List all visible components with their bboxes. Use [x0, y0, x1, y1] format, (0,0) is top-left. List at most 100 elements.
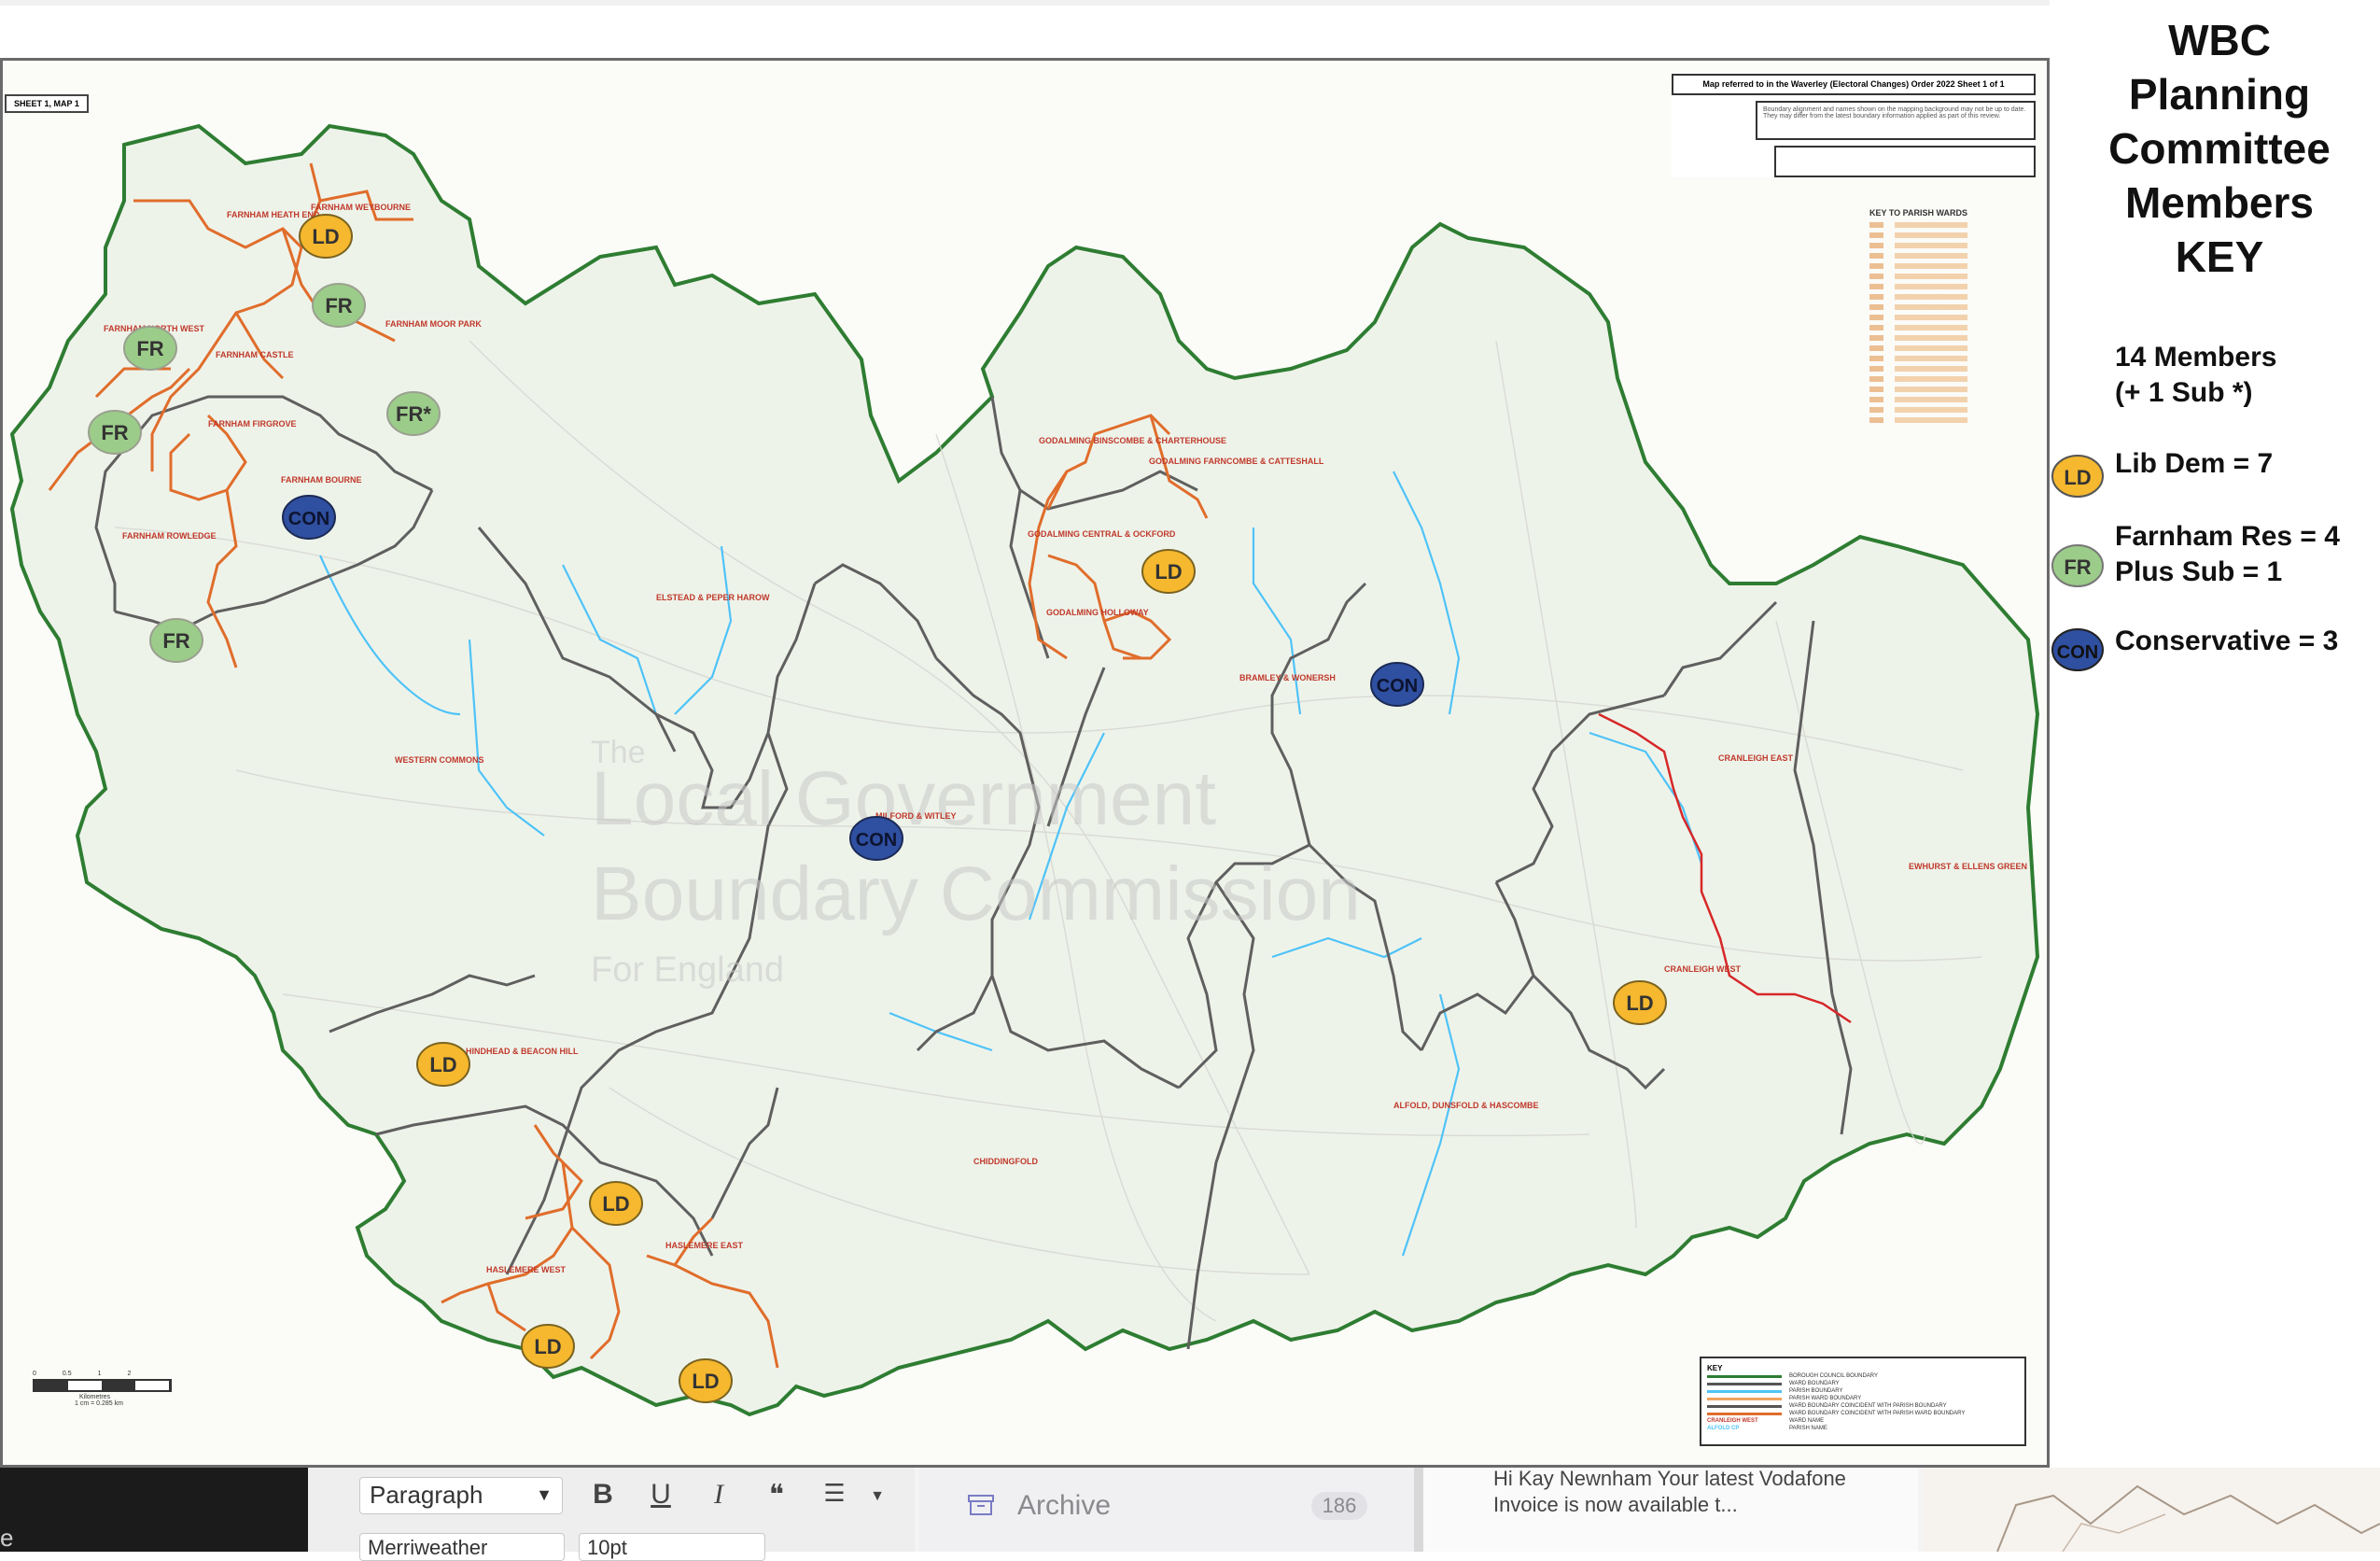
- marker-label: FR*: [396, 402, 431, 426]
- italic-button[interactable]: I: [700, 1479, 737, 1511]
- member-marker-ld: LD: [521, 1324, 575, 1369]
- copyright-note: [1774, 145, 2036, 177]
- member-marker-con: CON: [1370, 662, 1424, 707]
- underline-button[interactable]: U: [642, 1479, 679, 1511]
- map-key-row: PARISH WARD BOUNDARY: [1707, 1395, 2019, 1402]
- map-thumbnail: [1923, 1468, 2380, 1552]
- member-marker-ld: LD: [416, 1042, 470, 1087]
- ward-label: HASLEMERE EAST: [665, 1241, 744, 1250]
- ward-label: EWHURST & ELLENS GREEN: [1909, 862, 2027, 871]
- marker-label: FR: [325, 294, 352, 317]
- member-marker-ld: LD: [589, 1181, 643, 1226]
- editor-toolbar: Paragraph ▼ B U I ❝ ☰ ▼ Merriweather 10pt: [308, 1468, 915, 1561]
- member-marker-fr: FR: [123, 326, 177, 371]
- svg-text:LD: LD: [2064, 466, 2091, 489]
- farnham-res-badge: FR: [2051, 544, 2104, 587]
- background-app-strip: e Paragraph ▼ B U I ❝ ☰ ▼ Merriweather 10…: [0, 1467, 2380, 1561]
- conservative-badge: CON: [2051, 628, 2104, 671]
- marker-label: LD: [534, 1335, 561, 1358]
- map-key-row: ALFOLD CP PARISH NAME: [1707, 1426, 1827, 1431]
- ward-map: The Local Government Boundary Commission…: [3, 61, 2047, 1465]
- member-marker-fr: FR: [88, 410, 142, 455]
- member-marker-ld: LD: [679, 1358, 733, 1403]
- thumbnail-map-fragment: [1996, 1484, 2380, 1552]
- map-key-row: WARD BOUNDARY: [1707, 1380, 2019, 1387]
- ward-label: FARNHAM HEATH END: [227, 210, 320, 219]
- marker-label: LD: [429, 1053, 456, 1076]
- parish-key-title: KEY TO PARISH WARDS: [1869, 208, 1968, 218]
- member-marker-con: CON: [849, 816, 903, 861]
- member-marker-fr: FR: [149, 618, 203, 663]
- dark-sidebar-fragment: e: [0, 1468, 308, 1552]
- ward-label: FARNHAM FIRGROVE: [208, 419, 297, 429]
- marker-label: FR: [162, 629, 189, 653]
- marker-label: FR: [136, 337, 163, 360]
- archive-icon: [968, 1495, 994, 1515]
- ward-label: CRANLEIGH WEST: [1664, 964, 1742, 974]
- ward-label: GODALMING BINSCOMBE & CHARTERHOUSE: [1039, 436, 1226, 445]
- key-title: WBC Planning Committee Members KEY: [2108, 16, 2331, 281]
- ward-label: WESTERN COMMONS: [395, 755, 484, 765]
- committee-key-panel: WBC Planning Committee Members KEY 14 Me…: [2050, 0, 2380, 1468]
- parish-ward-key: KEY TO PARISH WARDS: [1869, 208, 2009, 428]
- member-marker-ld: LD: [1141, 549, 1196, 594]
- ward-label: CHIDDINGFOLD: [973, 1157, 1038, 1166]
- member-marker-fr: FR*: [386, 391, 441, 436]
- top-edge: [0, 0, 2053, 6]
- member-marker-fr: FR: [312, 283, 366, 328]
- email-list-item[interactable]: Hi Kay Newnham Your latest Vodafone Invo…: [1423, 1467, 1918, 1552]
- map-key-row: CRANLEIGH WEST WARD NAME: [1707, 1418, 1825, 1424]
- member-marker-con: CON: [282, 495, 336, 540]
- map-key-row: WARD BOUNDARY COINCIDENT WITH PARISH BOU…: [1707, 1402, 2019, 1410]
- map-key-row: PARISH BOUNDARY: [1707, 1387, 2019, 1395]
- list-button[interactable]: ☰: [816, 1479, 853, 1508]
- list-options-chevron-icon[interactable]: ▼: [859, 1488, 896, 1505]
- ward-label: BRAMLEY & WONERSH: [1239, 673, 1336, 682]
- map-key: KEY BOROUGH COUNCIL BOUNDARY WARD BOUNDAR…: [1700, 1357, 2026, 1446]
- bold-button[interactable]: B: [584, 1479, 622, 1511]
- order-title: Map referred to in the Waverley (Elector…: [1672, 74, 2036, 95]
- font-size-select[interactable]: 10pt: [579, 1533, 765, 1561]
- svg-text:FR: FR: [2064, 555, 2091, 579]
- quote-button[interactable]: ❝: [758, 1479, 795, 1512]
- ward-label: FARNHAM ROWLEDGE: [122, 531, 217, 541]
- scale-bar: 0 0.5 1 2 Kilometres 1 cm = 0.285 km: [33, 1371, 172, 1407]
- lib-dem-badge: LD: [2051, 455, 2104, 498]
- member-marker-ld: LD: [299, 214, 353, 259]
- marker-label: CON: [288, 509, 329, 529]
- ward-label: FARNHAM BOURNE: [281, 475, 362, 485]
- marker-label: LD: [692, 1370, 719, 1393]
- marker-label: LD: [312, 225, 339, 248]
- svg-text:For England: For England: [591, 950, 784, 990]
- ward-label: GODALMING FARNCOMBE & CATTESHALL: [1149, 457, 1324, 466]
- ward-label: GODALMING HOLLOWAY: [1046, 608, 1149, 617]
- ward-label: ELSTEAD & PEPER HAROW: [656, 593, 770, 602]
- marker-label: LD: [602, 1192, 629, 1216]
- map-key-row: WARD BOUNDARY COINCIDENT WITH PARISH WAR…: [1707, 1410, 2019, 1417]
- ward-label: GODALMING CENTRAL & OCKFORD: [1028, 529, 1176, 539]
- svg-text:CON: CON: [2057, 642, 2098, 663]
- map-key-row: BOROUGH COUNCIL BOUNDARY: [1707, 1372, 2019, 1380]
- chevron-down-icon: ▼: [536, 1485, 553, 1504]
- archive-count-badge: 186: [1311, 1492, 1367, 1520]
- ward-label: HASLEMERE WEST: [486, 1265, 567, 1274]
- members-count: 14 Members (+ 1 Sub *): [2115, 342, 2277, 408]
- font-family-select[interactable]: Merriweather: [359, 1533, 565, 1561]
- mail-folder-list: Archive 186: [919, 1468, 1414, 1552]
- email-preview-text: Hi Kay Newnham Your latest Vodafone Invo…: [1493, 1467, 1846, 1516]
- ward-label: HINDHEAD & BEACON HILL: [466, 1047, 579, 1056]
- marker-label: LD: [1626, 991, 1653, 1015]
- order-title-box: Map referred to in the Waverley (Elector…: [1672, 74, 2036, 177]
- ward-label: ALFOLD, DUNSFOLD & HASCOMBE: [1393, 1101, 1539, 1110]
- svg-text:Boundary Commission: Boundary Commission: [591, 851, 1361, 936]
- marker-label: FR: [101, 421, 128, 444]
- member-marker-ld: LD: [1613, 980, 1667, 1025]
- marker-label: CON: [1377, 676, 1418, 696]
- marker-label: LD: [1155, 560, 1182, 584]
- ward-label: FARNHAM MOOR PARK: [385, 319, 482, 329]
- ward-map-panel: The Local Government Boundary Commission…: [0, 58, 2050, 1468]
- archive-folder[interactable]: Archive: [1017, 1490, 1111, 1522]
- pane-divider[interactable]: [1414, 1468, 1423, 1552]
- paragraph-style-select[interactable]: Paragraph ▼: [359, 1477, 563, 1514]
- marker-label: CON: [856, 830, 897, 851]
